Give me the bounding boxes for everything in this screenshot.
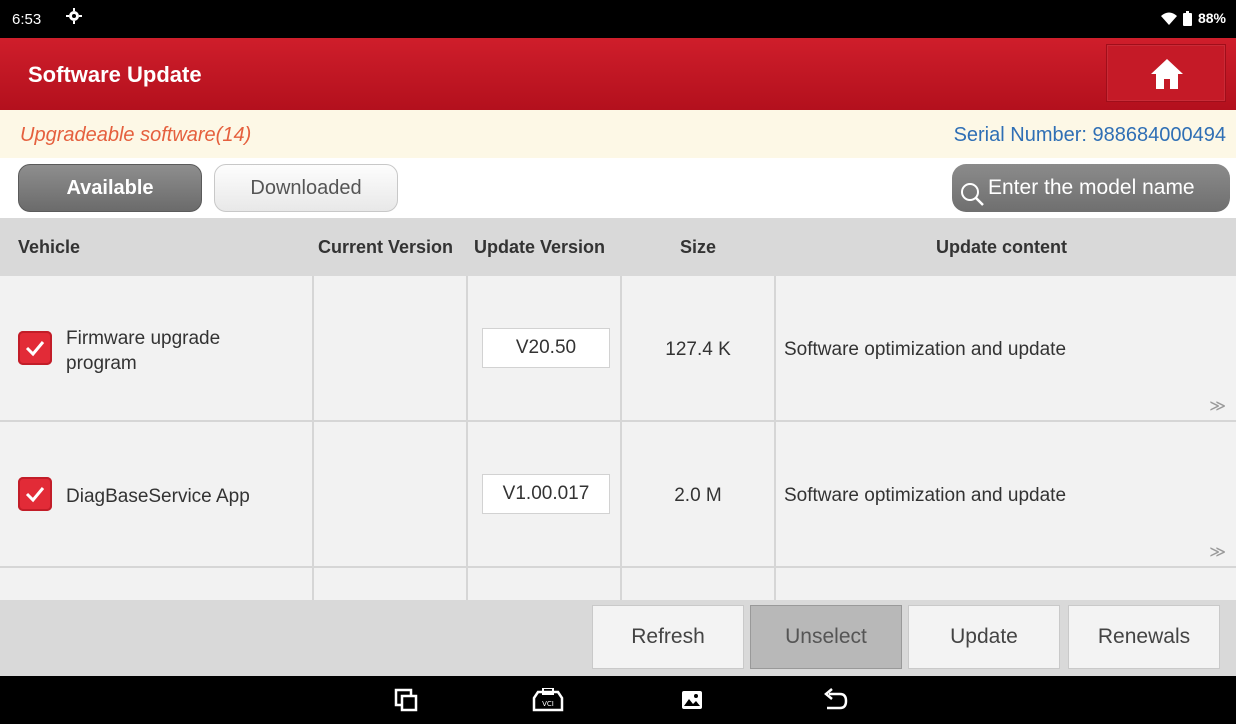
status-time: 6:53 <box>12 11 42 28</box>
update-version-value: V1.00.017 <box>482 474 610 514</box>
svg-text:VCI: VCI <box>542 700 554 708</box>
expand-more-icon[interactable]: ≫ <box>1209 542 1226 562</box>
table-row[interactable]: DiagBaseService App V1.00.017 2.0 M Soft… <box>0 422 1236 568</box>
check-icon <box>25 341 45 357</box>
search-icon <box>960 176 984 212</box>
check-icon <box>25 487 45 503</box>
col-update-version: Update Version <box>474 237 606 257</box>
update-content-cell: Software optimization and update ≫ <box>776 276 1236 420</box>
update-version-cell <box>468 568 622 600</box>
vehicle-cell <box>0 568 314 600</box>
table-row[interactable]: Firmware upgrade program V20.50 127.4 K … <box>0 276 1236 422</box>
status-indicators: 88% <box>1160 10 1226 26</box>
size-value: 2.0 M <box>674 485 722 506</box>
info-strip: Upgradeable software(14) Serial Number: … <box>0 110 1236 158</box>
battery-percent: 88% <box>1197 10 1226 26</box>
update-content-text: Software optimization and update <box>784 485 1067 506</box>
unselect-button[interactable]: Unselect <box>750 605 902 669</box>
col-size: Size <box>680 237 717 257</box>
tab-available[interactable]: Available <box>18 164 202 212</box>
update-version-cell: V20.50 <box>468 276 622 420</box>
update-content-cell <box>776 568 1236 600</box>
update-button[interactable]: Update <box>908 605 1060 669</box>
serial-value: 988684000494 <box>1092 124 1226 146</box>
update-version-cell: V1.00.017 <box>468 422 622 566</box>
action-bar: Refresh Unselect Update Renewals <box>0 600 1236 676</box>
table-body[interactable]: Firmware upgrade program V20.50 127.4 K … <box>0 276 1236 600</box>
status-bar: 6:53 88% <box>0 0 1236 38</box>
home-button[interactable] <box>1106 44 1226 102</box>
settings-gear-icon <box>66 8 84 28</box>
size-cell <box>622 568 776 600</box>
wifi-icon <box>1160 12 1177 25</box>
title-bar: Software Update <box>0 38 1236 110</box>
vehicle-name: Firmware upgrade program <box>66 328 221 374</box>
row-checkbox[interactable] <box>18 331 52 365</box>
row-checkbox[interactable] <box>18 477 52 511</box>
col-current-version: Current Version <box>318 237 454 257</box>
renewals-button[interactable]: Renewals <box>1068 605 1220 669</box>
home-icon <box>1151 59 1183 89</box>
battery-icon <box>1182 10 1192 26</box>
size-cell: 2.0 M <box>622 422 776 566</box>
update-content-cell: Software optimization and update ≫ <box>776 422 1236 566</box>
page-title: Software Update <box>28 62 202 87</box>
back-icon[interactable] <box>822 688 848 717</box>
system-nav-bar: VCI <box>0 676 1236 724</box>
current-version-cell <box>314 568 468 600</box>
recent-apps-icon[interactable] <box>394 688 418 717</box>
col-update-content: Update content <box>936 237 1068 257</box>
vci-icon[interactable]: VCI <box>532 687 564 719</box>
upgradeable-count: Upgradeable software(14) <box>20 124 252 146</box>
tab-downloaded[interactable]: Downloaded <box>214 164 398 212</box>
refresh-button[interactable]: Refresh <box>592 605 744 669</box>
update-version-value: V20.50 <box>482 328 610 368</box>
vehicle-name: DiagBaseService App <box>66 486 250 507</box>
serial-number: Serial Number: 988684000494 <box>954 124 1226 147</box>
serial-label: Serial Number: <box>953 124 1087 146</box>
search-placeholder: Enter the model name <box>988 176 1195 199</box>
vehicle-cell: DiagBaseService App <box>0 422 314 566</box>
current-version-cell <box>314 422 468 566</box>
gallery-icon[interactable] <box>680 688 704 717</box>
current-version-cell <box>314 276 468 420</box>
col-vehicle: Vehicle <box>18 237 81 257</box>
table-row[interactable] <box>0 568 1236 600</box>
update-content-text: Software optimization and update <box>784 339 1067 360</box>
expand-more-icon[interactable]: ≫ <box>1209 396 1226 416</box>
size-cell: 127.4 K <box>622 276 776 420</box>
vehicle-cell: Firmware upgrade program <box>0 276 314 420</box>
size-value: 127.4 K <box>665 339 731 360</box>
search-input[interactable]: Enter the model name <box>952 164 1230 212</box>
table-header: Vehicle Current Version Update Version S… <box>0 218 1236 276</box>
tabs-row: Available Downloaded Enter the model nam… <box>0 158 1236 218</box>
